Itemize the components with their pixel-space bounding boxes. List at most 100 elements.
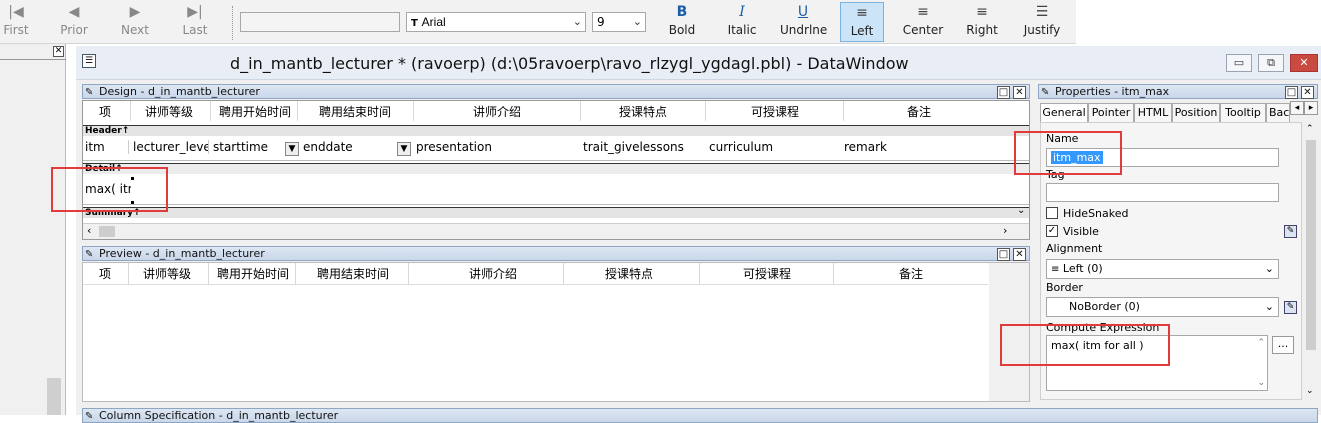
maximize-icon[interactable]: □ — [997, 86, 1010, 99]
style-combo[interactable] — [240, 12, 400, 32]
preview-header-label: 备注 — [899, 267, 924, 281]
properties-pane-title: ✎ Properties - itm_max □ ✕ — [1038, 84, 1318, 99]
left-panel-header: ✕ — [0, 46, 66, 60]
next-button[interactable]: ▶ Next — [116, 2, 154, 42]
datawindow-icon: ☰ — [82, 54, 96, 68]
chevron-down-icon[interactable]: ⌄ — [1306, 386, 1314, 396]
align-right-button[interactable]: ≡ Right — [962, 2, 1002, 42]
header-label[interactable]: 聘用开始时间 — [219, 103, 291, 120]
first-icon: |◀ — [8, 4, 24, 20]
column-field[interactable]: trait_givelessons — [583, 140, 703, 154]
preview-header-label: 可授课程 — [743, 267, 792, 281]
chevron-right-icon[interactable]: ▸ — [1304, 101, 1318, 115]
close-icon[interactable]: ✕ — [53, 46, 64, 57]
left-panel-scrollbar[interactable] — [47, 378, 61, 415]
justify-button[interactable]: ☰ Justify — [1018, 2, 1066, 42]
properties-scrollbar[interactable]: ⌃ ⌄ — [1303, 122, 1319, 400]
header-band[interactable]: Header↑ — [83, 125, 1029, 136]
left-panel: ✕ — [0, 44, 66, 415]
align-left-icon: ≡ — [856, 5, 868, 21]
header-label[interactable]: 可授课程 — [751, 103, 799, 120]
properties-icon: ✎ — [1041, 87, 1050, 98]
highlight-name-box — [1014, 131, 1122, 175]
alignment-label: Alignment — [1046, 242, 1103, 255]
column-spec-icon: ✎ — [85, 411, 94, 422]
toolbar-empty-area — [1076, 0, 1321, 44]
column-field[interactable]: presentation — [416, 140, 576, 154]
font-name-combo[interactable]: T Arial ⌄ — [406, 12, 586, 32]
close-icon[interactable]: ✕ — [1013, 86, 1026, 99]
border-select[interactable]: NoBorder (0) ⌄ — [1046, 297, 1279, 317]
design-hscrollbar[interactable]: ‹ › — [83, 223, 1029, 239]
tab-position[interactable]: Position — [1172, 103, 1220, 123]
chevron-left-icon[interactable]: ‹ — [87, 224, 91, 237]
column-spec-pane-title: ✎ Column Specification - d_in_mantb_lect… — [82, 408, 1318, 423]
expression-icon[interactable]: ✎ — [1284, 301, 1297, 314]
align-left-button[interactable]: ≡ Left — [840, 2, 884, 42]
hidesnaked-checkbox[interactable] — [1046, 207, 1058, 219]
column-field[interactable]: lecturer_level — [133, 140, 209, 154]
header-label[interactable]: 授课特点 — [619, 103, 667, 120]
bold-icon: B — [676, 4, 688, 20]
alignment-select[interactable]: ≡ Left (0) ⌄ — [1046, 259, 1279, 279]
expression-icon[interactable]: ✎ — [1284, 225, 1297, 238]
design-grid[interactable]: 项 讲师等级 聘用开始时间 聘用结束时间 讲师介绍 授课特点 可授课程 备注 H… — [82, 100, 1030, 240]
justify-icon: ☰ — [1035, 4, 1049, 20]
chevron-up-icon[interactable]: ⌃ — [1306, 124, 1314, 134]
visible-checkbox[interactable]: ✓ — [1046, 225, 1058, 237]
header-label[interactable]: 聘用结束时间 — [319, 103, 391, 120]
tab-background[interactable]: Bac — [1266, 103, 1290, 123]
preview-header-label: 聘用开始时间 — [217, 267, 290, 281]
visible-label: Visible — [1063, 225, 1099, 238]
italic-button[interactable]: I Italic — [722, 2, 762, 42]
scroll-thumb[interactable] — [1306, 140, 1316, 350]
minimize-button[interactable]: ▭ — [1226, 54, 1252, 72]
align-center-button[interactable]: ≡ Center — [900, 2, 946, 42]
tag-field[interactable] — [1046, 183, 1279, 202]
close-icon[interactable]: ✕ — [1301, 86, 1314, 99]
tab-tooltip[interactable]: Tooltip — [1220, 103, 1266, 123]
window-title: d_in_mantb_lecturer * (ravoerp) (d:\05ra… — [230, 54, 909, 73]
column-field[interactable]: starttime — [213, 140, 285, 154]
tab-html[interactable]: HTML — [1134, 103, 1172, 123]
dropdown-icon[interactable]: ▼ — [285, 142, 299, 156]
last-button[interactable]: ▶| Last — [176, 2, 214, 42]
summary-band[interactable]: Summary↑ — [83, 207, 1029, 218]
hidesnaked-label: HideSnaked — [1063, 207, 1129, 220]
preview-icon: ✎ — [85, 249, 94, 260]
tab-general[interactable]: General — [1040, 103, 1088, 123]
preview-header-label: 讲师介绍 — [469, 267, 518, 281]
scroll-thumb[interactable] — [99, 226, 115, 237]
underline-button[interactable]: U Undrlne — [780, 2, 827, 42]
detail-band[interactable]: Detail↑ — [83, 163, 1029, 174]
chevron-right-icon[interactable]: › — [1003, 224, 1007, 237]
first-button[interactable]: |◀ First — [0, 2, 32, 42]
chevron-left-icon[interactable]: ◂ — [1290, 101, 1304, 115]
restore-button[interactable]: ⧉ — [1258, 54, 1284, 72]
column-field[interactable]: itm — [85, 140, 129, 154]
header-label[interactable]: 项 — [99, 103, 111, 120]
toolbar-separator — [232, 6, 233, 40]
prior-button[interactable]: ◀ Prior — [54, 2, 94, 42]
ellipsis-button[interactable]: ... — [1272, 336, 1294, 354]
close-button[interactable]: ✕ — [1290, 54, 1318, 72]
column-field[interactable]: enddate — [303, 140, 397, 154]
column-field[interactable]: curriculum — [709, 140, 839, 154]
prior-icon: ◀ — [68, 4, 80, 20]
maximize-icon[interactable]: □ — [1285, 86, 1298, 99]
header-label[interactable]: 讲师等级 — [145, 103, 193, 120]
chevron-up-icon[interactable]: ⌃ — [1257, 338, 1265, 348]
close-icon[interactable]: ✕ — [1013, 248, 1026, 261]
font-size-combo[interactable]: 9 ⌄ — [592, 12, 646, 32]
bold-button[interactable]: B Bold — [662, 2, 702, 42]
dropdown-icon[interactable]: ▼ — [397, 142, 411, 156]
maximize-icon[interactable]: □ — [997, 248, 1010, 261]
header-label[interactable]: 讲师介绍 — [473, 103, 521, 120]
chevron-down-icon[interactable]: ⌄ — [1257, 378, 1265, 388]
preview-grid[interactable]: 项 讲师等级 聘用开始时间 聘用结束时间 讲师介绍 授课特点 可授课程 备注 — [82, 262, 1030, 402]
chevron-down-icon[interactable]: ⌄ — [1017, 205, 1025, 216]
tab-pointer[interactable]: Pointer — [1088, 103, 1134, 123]
column-field[interactable]: remark — [844, 140, 994, 154]
italic-icon: I — [739, 4, 745, 20]
header-label[interactable]: 备注 — [907, 103, 931, 120]
